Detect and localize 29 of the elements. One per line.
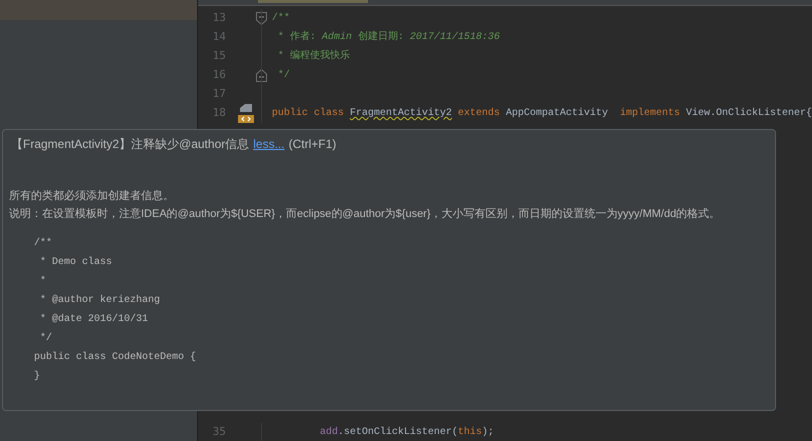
example-code-line: } (34, 370, 40, 384)
example-code-line: /** (34, 236, 52, 251)
code-line: * 作者: Admin 创建日期: 2017/11/1518:36 (276, 30, 500, 45)
example-code-line: * @date 2016/10/31 (39, 312, 148, 327)
code-line: */ (276, 68, 290, 83)
line-number: 16 (212, 68, 226, 82)
code-line: public class FragmentActivity2 extends AppCompatActivity implements View.OnClickListener{ (272, 106, 812, 121)
override-method-icon[interactable] (238, 104, 254, 124)
code-line: * 编程使我快乐 (276, 49, 350, 64)
fold-icon[interactable] (256, 12, 268, 25)
line-number: 14 (212, 30, 226, 44)
example-code-line: * (39, 274, 46, 289)
inspection-title: 【FragmentActivity2】注释缺少@author信息 (11, 136, 250, 153)
code-line: /** (272, 12, 290, 26)
line-number: 18 (212, 106, 226, 120)
less-link[interactable]: less... (253, 135, 285, 153)
description-text: 所有的类都必须添加创建者信息。 (9, 188, 174, 204)
example-code-line: public class CodeNoteDemo { (34, 350, 196, 365)
example-code-line: */ (39, 332, 52, 346)
example-code-line: * @author keriezhang (39, 294, 160, 308)
line-number: 13 (212, 11, 226, 24)
line-number: 17 (212, 87, 226, 100)
code-line: add.setOnClickListener(this); (318, 426, 494, 440)
fold-icon[interactable] (256, 69, 268, 82)
example-code-line: * Demo class (39, 256, 112, 270)
line-number: 35 (212, 425, 226, 438)
description-text: 说明：在设置模板时，注意IDEA的@author为${USER}，而eclipse的@author为${user}，大小写有区别，而日期的设置统一为yyyy/MM/dd的格式。 (9, 206, 720, 222)
shortcut-hint: (Ctrl+F1) (288, 136, 336, 153)
line-number: 15 (212, 49, 226, 62)
